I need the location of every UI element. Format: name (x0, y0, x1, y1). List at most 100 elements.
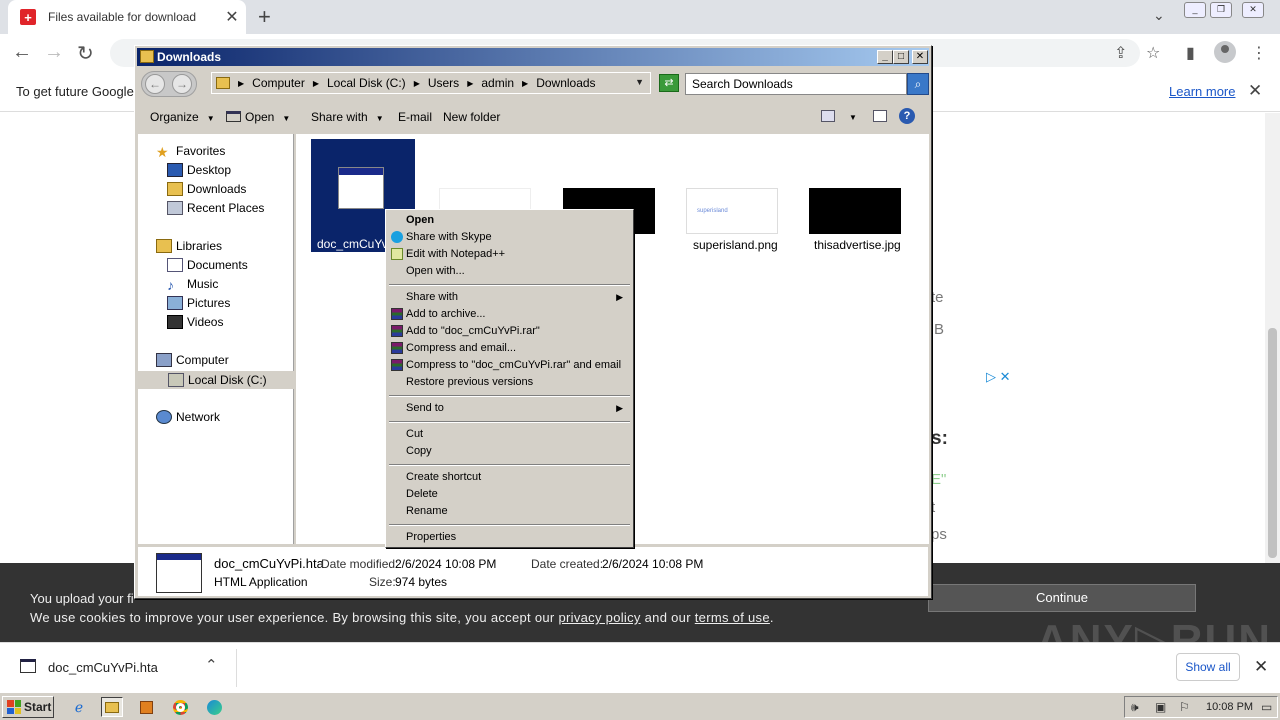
file-name[interactable]: thisadvertise.jpg (814, 238, 901, 252)
internet-explorer-icon[interactable]: ℯ (68, 697, 90, 717)
maximize-button[interactable]: □ (893, 50, 909, 64)
reload-icon[interactable]: ↻ (77, 41, 94, 66)
superisland-thumbnail[interactable]: superisland (686, 188, 778, 234)
nav-favorites[interactable]: ★ Favorites (156, 144, 225, 160)
volume-icon[interactable]: 🕪 (1131, 700, 1139, 715)
menu-item-properties[interactable]: Properties (388, 529, 631, 546)
nav-desktop[interactable]: Desktop (167, 163, 231, 177)
menu-item-create-shortcut[interactable]: Create shortcut (388, 469, 631, 486)
nav-pictures[interactable]: Pictures (167, 296, 230, 310)
breadcrumb-computer[interactable]: Computer (252, 76, 305, 90)
breadcrumb-arrow-icon[interactable]: ▶ (414, 79, 420, 88)
forward-arrow-icon[interactable]: → (44, 41, 64, 64)
clock[interactable]: 10:08 PM (1206, 701, 1253, 713)
continue-button[interactable]: Continue (928, 584, 1196, 612)
menu-item-open[interactable]: Open (388, 212, 631, 229)
nav-libraries[interactable]: Libraries (156, 239, 222, 253)
change-view-icon[interactable] (821, 110, 835, 122)
new-folder-button[interactable]: New folder (443, 110, 500, 124)
profile-avatar[interactable] (1214, 41, 1236, 63)
breadcrumb-admin[interactable]: admin (481, 76, 514, 90)
terms-of-use-link[interactable]: terms of use (695, 610, 770, 625)
media-player-icon[interactable] (135, 697, 157, 717)
network-icon[interactable]: ▣ (1155, 700, 1166, 714)
close-download-shelf-icon[interactable]: ✕ (1254, 657, 1268, 677)
show-all-button[interactable]: Show all (1176, 653, 1240, 681)
explorer-titlebar[interactable]: Downloads _ □ ✕ (137, 48, 929, 66)
menu-item-rename[interactable]: Rename (388, 503, 631, 520)
share-icon[interactable]: ⇪ (1114, 43, 1127, 63)
open-button[interactable]: Open ▼ (226, 110, 290, 124)
menu-item-cut[interactable]: Cut (388, 426, 631, 443)
breadcrumb-arrow-icon[interactable]: ▶ (238, 79, 244, 88)
download-item-name[interactable]: doc_cmCuYvPi.hta (48, 660, 158, 675)
menu-item-edit-notepadpp[interactable]: Edit with Notepad++ (388, 246, 631, 263)
menu-item-copy[interactable]: Copy (388, 443, 631, 460)
refresh-icon[interactable]: ⇄ (659, 74, 679, 92)
minimize-window-button[interactable]: _ (1184, 2, 1206, 18)
breadcrumb-downloads[interactable]: Downloads (536, 76, 595, 90)
tab-close-icon[interactable]: ✕ (222, 7, 242, 27)
breadcrumb[interactable]: ▶ Computer ▶ Local Disk (C:) ▶ Users ▶ a… (211, 72, 651, 94)
preview-pane-icon[interactable] (873, 110, 887, 122)
close-window-button[interactable]: ✕ (1242, 2, 1264, 18)
side-panel-icon[interactable]: ▮ (1186, 43, 1195, 63)
ad-choices-icon[interactable]: ▷ ✕ (986, 369, 1011, 385)
address-dropdown-icon[interactable]: ▼ (635, 77, 644, 87)
breadcrumb-arrow-icon[interactable]: ▶ (522, 79, 528, 88)
nav-computer[interactable]: Computer (156, 353, 229, 367)
menu-item-open-with[interactable]: Open with... (388, 263, 631, 280)
bookmark-star-icon[interactable]: ☆ (1146, 43, 1160, 63)
menu-item-add-archive[interactable]: Add to archive... (388, 306, 631, 323)
privacy-policy-link[interactable]: privacy policy (558, 610, 640, 625)
restore-window-button[interactable]: ❐ (1210, 2, 1232, 18)
menu-item-share-with[interactable]: Share with ▶ (388, 289, 631, 306)
edge-icon[interactable] (203, 697, 225, 717)
search-icon[interactable]: ⌕ (907, 73, 929, 95)
forward-arrow-icon[interactable]: → (172, 74, 192, 94)
menu-item-compress-rar-email[interactable]: Compress to "doc_cmCuYvPi.rar" and email (388, 357, 631, 374)
view-dropdown-icon[interactable]: ▼ (849, 113, 857, 122)
breadcrumb-arrow-icon[interactable]: ▶ (313, 79, 319, 88)
organize-button[interactable]: Organize ▼ (150, 110, 215, 124)
start-button[interactable]: Start (2, 696, 54, 718)
menu-item-send-to[interactable]: Send to ▶ (388, 400, 631, 417)
action-center-flag-icon[interactable]: ⚐ (1179, 700, 1190, 714)
page-scrollbar[interactable] (1265, 113, 1280, 563)
show-desktop-icon[interactable]: ▭ (1261, 700, 1272, 714)
nav-recent-places[interactable]: Recent Places (167, 201, 264, 215)
learn-more-link[interactable]: Learn more (1169, 84, 1235, 99)
nav-music[interactable]: ♪ Music (167, 277, 218, 293)
menu-item-add-rar[interactable]: Add to "doc_cmCuYvPi.rar" (388, 323, 631, 340)
menu-item-compress-email[interactable]: Compress and email... (388, 340, 631, 357)
menu-item-delete[interactable]: Delete (388, 486, 631, 503)
menu-item-share-skype[interactable]: Share with Skype (388, 229, 631, 246)
minimize-button[interactable]: _ (877, 50, 893, 64)
nav-downloads[interactable]: Downloads (167, 182, 246, 196)
breadcrumb-users[interactable]: Users (428, 76, 459, 90)
chrome-icon[interactable] (169, 697, 191, 717)
nav-documents[interactable]: Documents (167, 258, 248, 272)
nav-local-disk[interactable]: Local Disk (C:) (138, 371, 294, 389)
tab-files-available[interactable]: + Files available for download ✕ (8, 0, 246, 34)
thisadvertise-thumbnail[interactable] (809, 188, 901, 234)
infobar-close-icon[interactable]: ✕ (1248, 81, 1262, 101)
file-name[interactable]: superisland.png (693, 238, 778, 252)
breadcrumb-arrow-icon[interactable]: ▶ (467, 79, 473, 88)
new-tab-button[interactable]: + (258, 4, 271, 30)
scrollbar-thumb[interactable] (1268, 328, 1277, 558)
email-button[interactable]: E-mail (398, 110, 432, 124)
nav-videos[interactable]: Videos (167, 315, 223, 329)
explorer-folder-icon[interactable] (101, 697, 123, 717)
tab-search-chevron-icon[interactable]: ⌄ (1153, 7, 1165, 24)
share-with-button[interactable]: Share with ▼ (311, 110, 384, 124)
menu-item-restore-versions[interactable]: Restore previous versions (388, 374, 631, 391)
back-arrow-icon[interactable]: ← (145, 74, 165, 94)
close-button[interactable]: ✕ (912, 50, 928, 64)
menu-kebab-icon[interactable]: ⋮ (1251, 43, 1267, 63)
help-icon[interactable]: ? (899, 108, 915, 124)
chevron-up-icon[interactable]: ⌃ (205, 656, 218, 674)
back-arrow-icon[interactable]: ← (12, 41, 32, 64)
breadcrumb-local-disk[interactable]: Local Disk (C:) (327, 76, 406, 90)
search-input[interactable]: Search Downloads (685, 73, 907, 95)
